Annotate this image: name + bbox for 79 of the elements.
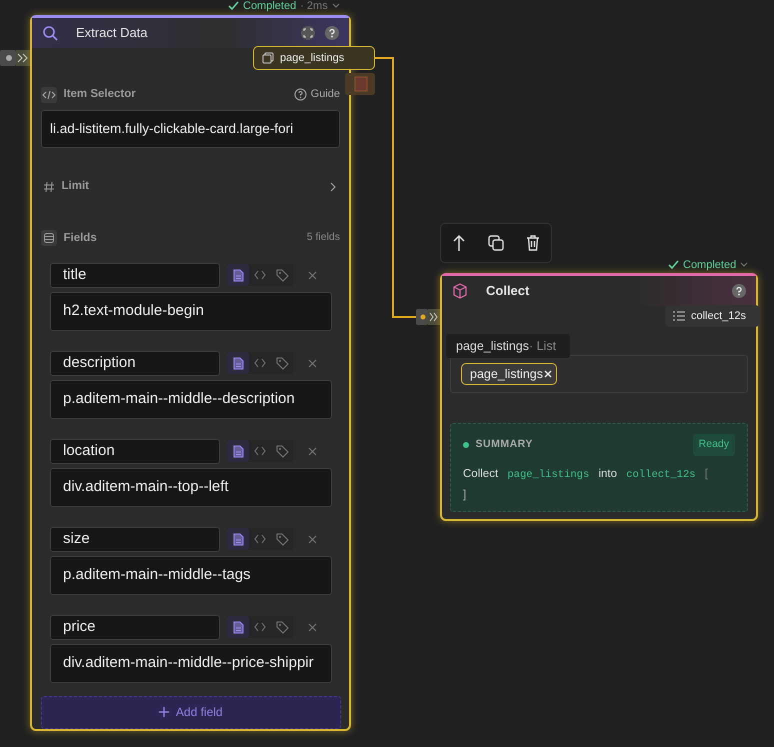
plus-icon [159, 707, 170, 718]
help-icon[interactable] [732, 284, 746, 298]
chevron-down-icon[interactable] [740, 262, 748, 268]
tag-icon [276, 532, 288, 546]
output-chip[interactable]: page_listings [253, 46, 375, 70]
tag-icon [276, 444, 288, 458]
name-field[interactable]: title [50, 262, 220, 288]
add-field-button[interactable]: Add field [41, 696, 341, 729]
remove-icon[interactable] [544, 370, 552, 378]
summary-text: Collect page_listings into collect_12s [ ] [463, 466, 709, 503]
selector-field[interactable]: div.aditem-main--middle--price-shippir [50, 644, 332, 683]
close-icon [308, 446, 316, 456]
document-icon [232, 268, 244, 282]
document-icon [232, 444, 244, 458]
name-field[interactable]: price [50, 614, 220, 640]
selector-field[interactable]: p.aditem-main--middle--description [50, 380, 332, 419]
text-mode-button[interactable] [227, 352, 249, 374]
code-icon [254, 446, 266, 456]
help-icon[interactable] [325, 26, 339, 40]
name-field[interactable]: size [50, 526, 220, 552]
tag-icon [276, 620, 288, 634]
guide-button[interactable]: Guide [294, 86, 340, 103]
hash-icon [43, 180, 55, 193]
name-field[interactable]: description [50, 350, 220, 376]
document-icon [232, 356, 244, 370]
text-mode-button[interactable] [227, 440, 249, 462]
document-icon [232, 620, 244, 634]
field-label: Item Selector [64, 87, 137, 102]
code-icon [41, 86, 57, 103]
list-icon [673, 311, 685, 321]
arrow-up-icon[interactable] [452, 234, 466, 252]
code-icon [254, 622, 266, 632]
selector-field[interactable]: div.aditem-main--top--left [50, 468, 332, 507]
status-dot-icon [463, 442, 469, 448]
close-icon [308, 270, 316, 280]
close-icon [308, 358, 316, 368]
trash-icon[interactable] [526, 235, 540, 251]
code-icon [254, 270, 266, 280]
tag-icon [276, 268, 288, 282]
summary-label: SUMMARY [476, 437, 534, 452]
code-icon [254, 534, 266, 544]
search-icon [42, 25, 58, 41]
duplicate-icon[interactable] [488, 235, 504, 251]
text-mode-button[interactable] [227, 264, 249, 286]
selector-field[interactable]: p.aditem-main--middle--tags [50, 556, 332, 595]
close-icon [308, 534, 316, 544]
check-icon [668, 260, 679, 270]
help-circle-icon [294, 88, 308, 102]
status-text: Completed [243, 0, 296, 14]
tooltip-text: page_listings· List [446, 334, 570, 358]
status-text: Completed [683, 258, 736, 273]
input-field[interactable]: li.ad-listitem.fully-clickable-card.large-fori [41, 110, 340, 148]
copy-icon [262, 52, 274, 64]
field-label: Limit [62, 179, 90, 194]
package-icon [452, 283, 468, 299]
tag-icon [276, 356, 288, 370]
input-port-icon[interactable] [416, 306, 440, 327]
field-count: 5 fields [306, 230, 340, 246]
selector-field[interactable]: h2.text-module-begin [50, 292, 332, 331]
duration-text: · 2ms [300, 0, 328, 14]
close-icon [308, 622, 316, 632]
text-mode-button[interactable] [227, 616, 249, 638]
field-label: Fields [64, 230, 98, 246]
node-title: Collect [486, 282, 530, 300]
input-field[interactable]: page_listings [450, 355, 748, 393]
check-icon [228, 1, 239, 12]
node-title: Extract Data [76, 24, 149, 42]
list-icon [41, 230, 57, 246]
status-badge: Ready [692, 434, 735, 456]
document-icon [232, 532, 244, 546]
chevron-right-icon[interactable] [328, 182, 338, 192]
output-chip[interactable]: collect_12s [665, 305, 760, 327]
name-field[interactable]: location [50, 438, 220, 464]
chevron-down-icon[interactable] [332, 3, 340, 10]
value-chip[interactable]: page_listings [461, 363, 557, 385]
text-mode-button[interactable] [227, 528, 249, 550]
input-port-icon[interactable] [0, 48, 30, 68]
code-icon [254, 358, 266, 368]
expand-icon[interactable] [301, 26, 315, 40]
